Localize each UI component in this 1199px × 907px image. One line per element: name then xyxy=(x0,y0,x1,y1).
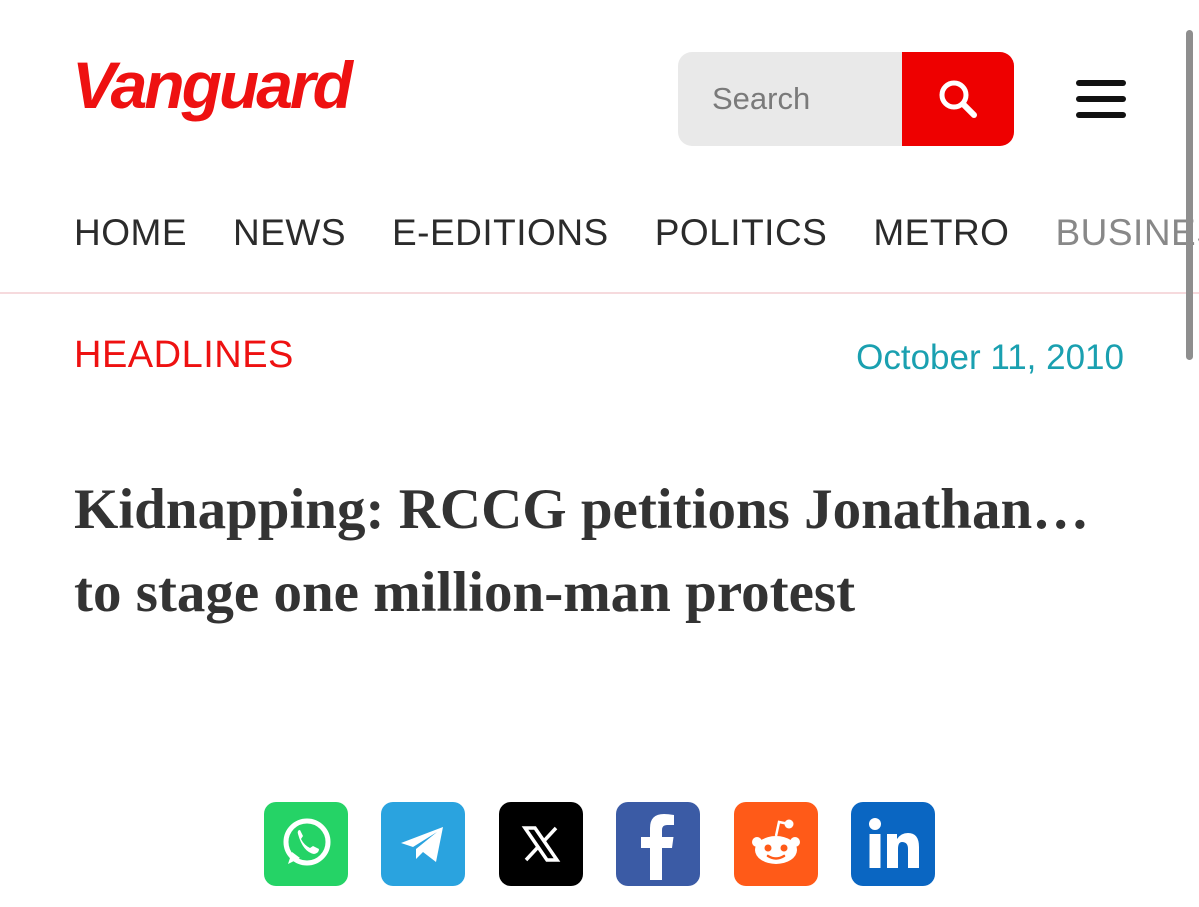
reddit-icon xyxy=(752,819,800,864)
nav-divider xyxy=(0,292,1199,294)
search-bar xyxy=(678,52,1014,146)
share-reddit-button[interactable] xyxy=(734,802,818,886)
main-nav: HOME NEWS E-EDITIONS POLITICS METRO BUSINESS xyxy=(74,212,1199,262)
share-buttons xyxy=(264,802,944,888)
share-facebook-button[interactable] xyxy=(616,802,700,886)
share-x-button[interactable] xyxy=(499,802,583,886)
search-icon xyxy=(939,80,977,118)
share-whatsapp-button[interactable] xyxy=(264,802,348,886)
share-linkedin-button[interactable] xyxy=(851,802,935,886)
vanguard-logo[interactable]: Vanguard xyxy=(72,52,353,118)
linkedin-icon xyxy=(869,818,919,868)
hamburger-menu-icon-bar xyxy=(1076,96,1126,102)
nav-item-e-editions[interactable]: E-EDITIONS xyxy=(392,212,609,254)
share-telegram-button[interactable] xyxy=(381,802,465,886)
category-link[interactable]: HEADLINES xyxy=(74,334,294,377)
x-icon xyxy=(521,826,561,862)
search-button[interactable] xyxy=(902,52,1014,146)
facebook-icon xyxy=(641,814,674,880)
article-headline: Kidnapping: RCCG petitions Jonathan…to s… xyxy=(74,478,1090,624)
site-header: Vanguard xyxy=(0,0,1199,180)
publish-date: October 11, 2010 xyxy=(856,338,1124,377)
nav-item-politics[interactable]: POLITICS xyxy=(655,212,828,254)
nav-item-metro[interactable]: METRO xyxy=(873,212,1009,254)
nav-item-home[interactable]: HOME xyxy=(74,212,187,254)
nav-item-business[interactable]: BUSINESS xyxy=(1055,212,1199,254)
nav-item-news[interactable]: NEWS xyxy=(233,212,346,254)
whatsapp-icon xyxy=(283,818,331,866)
hamburger-menu-icon xyxy=(1076,80,1126,86)
search-input[interactable] xyxy=(678,52,902,146)
telegram-icon xyxy=(401,827,443,862)
hamburger-menu-icon-bar xyxy=(1076,112,1126,118)
hamburger-menu-button[interactable] xyxy=(1074,80,1128,120)
scrollbar-thumb[interactable] xyxy=(1186,30,1193,360)
